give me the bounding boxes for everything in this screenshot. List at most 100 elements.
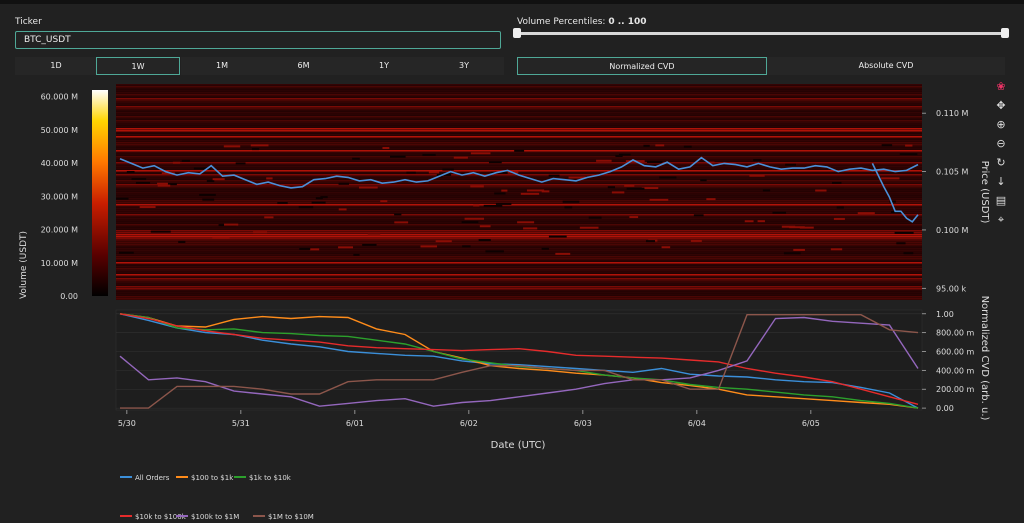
- reset-icon[interactable]: ↻: [994, 156, 1008, 170]
- heatmap-cell: [643, 144, 650, 147]
- heatmap-cell: [479, 225, 491, 228]
- heatmap-cell: [126, 170, 135, 173]
- heatmap-cell: [394, 221, 409, 224]
- heatmap-cell: [299, 247, 311, 250]
- chart-canvas: 60.000 M 50.000 M 40.000 M 30.000 M 20.000 M…: [19, 84, 990, 521]
- heatmap-row: [116, 124, 922, 126]
- heatmap-cell: [626, 187, 645, 190]
- price-axis-ticks: 0.110 M 0.105 M 0.100 M 95.00 k: [922, 109, 968, 293]
- heatmap-row: [116, 86, 922, 88]
- heatmap-cell: [362, 243, 377, 246]
- heatmap-row: [116, 90, 922, 92]
- heatmap-row: [116, 274, 922, 276]
- legend-label: $100k to $1M: [191, 513, 239, 521]
- heatmap-row: [116, 294, 922, 296]
- heatmap-cell: [896, 242, 906, 245]
- heatmap-row: [116, 262, 922, 264]
- heatmap-cell: [206, 180, 215, 183]
- colorbar-tick-label: 10.000 M: [41, 259, 79, 268]
- heatmap-cell: [649, 198, 669, 201]
- heatmap-row: [116, 130, 922, 132]
- heatmap-row: [116, 258, 922, 260]
- download-icon[interactable]: ↓: [994, 175, 1008, 189]
- x-tick-label: 6/01: [346, 419, 364, 428]
- heatmap-row: [116, 184, 922, 186]
- crosshair-icon[interactable]: ⌖: [994, 213, 1008, 227]
- heatmap-cell: [139, 206, 156, 209]
- x-tick-label: 6/05: [802, 419, 820, 428]
- heatmap-row: [116, 118, 922, 120]
- heatmap-cell: [311, 201, 326, 204]
- heatmap-row: [116, 268, 922, 270]
- heatmap-cell: [478, 239, 491, 242]
- legend-item[interactable]: $1M to $10M: [253, 513, 314, 521]
- heatmap-cell: [212, 178, 225, 181]
- legend-label: $100 to $1k: [191, 474, 234, 482]
- heatmap-cell: [181, 159, 190, 162]
- legend-item[interactable]: All Orders: [120, 474, 170, 482]
- heatmap-cell: [615, 154, 623, 157]
- heatmap-cell: [753, 159, 762, 162]
- heatmap-cell: [390, 155, 406, 158]
- heatmap-row: [116, 270, 922, 272]
- colorbar-title: Volume (USDT): [19, 231, 29, 299]
- zoom-out-icon[interactable]: ⊖: [994, 137, 1008, 151]
- heatmap-row: [116, 134, 922, 136]
- heatmap-cell: [836, 206, 844, 209]
- heatmap-row: [116, 292, 922, 294]
- heatmap-cell: [235, 162, 246, 165]
- heatmap-row: [116, 266, 922, 268]
- heatmap-row: [116, 116, 922, 118]
- heatmap-row: [116, 286, 922, 288]
- heatmap-row: [116, 190, 922, 192]
- heatmap-cell: [830, 248, 843, 251]
- heatmap-cell: [250, 144, 269, 147]
- heatmap-row: [116, 156, 922, 158]
- legend-item[interactable]: $1k to $10k: [234, 474, 292, 482]
- heatmap-row: [116, 280, 922, 282]
- heatmap-row: [116, 196, 922, 198]
- heatmap-cell: [659, 176, 677, 179]
- heatmap-row: [116, 102, 922, 104]
- heatmap-cell: [420, 245, 438, 248]
- heatmap-row: [116, 114, 922, 116]
- heatmap-cell: [470, 152, 491, 155]
- heatmap-row: [116, 154, 922, 156]
- heatmap-row: [116, 230, 922, 232]
- heatmap-cell: [881, 144, 893, 147]
- heatmap-row: [116, 200, 922, 202]
- plotly-logo-icon[interactable]: ❀: [994, 80, 1008, 94]
- heatmap-cell: [693, 214, 704, 217]
- heatmap-cell: [548, 174, 560, 177]
- heatmap-cell: [833, 217, 845, 220]
- heatmap-row: [116, 148, 922, 150]
- heatmap-cell: [116, 197, 129, 200]
- heatmap-row: [116, 170, 922, 172]
- pan-icon[interactable]: ✥: [994, 99, 1008, 113]
- heatmap-cell: [645, 240, 656, 243]
- colorbar-tick-label: 30.000 M: [41, 192, 79, 201]
- cvd-tick-label: 600.00 m: [936, 348, 975, 357]
- legend-item[interactable]: $100 to $1k: [176, 474, 234, 482]
- heatmap-cell: [905, 144, 913, 147]
- x-tick-label: 5/30: [118, 419, 136, 428]
- heatmap-cell: [315, 197, 323, 200]
- colorbar-tick-label: 40.000 M: [41, 159, 79, 168]
- legend[interactable]: All Orders $100 to $1k $1k to $10k$10k to …: [120, 474, 314, 521]
- legend-label: All Orders: [135, 474, 170, 482]
- heatmap-row: [116, 112, 922, 114]
- heatmap-cell: [520, 192, 540, 195]
- heatmap-cell: [352, 157, 360, 160]
- heatmap-cell: [298, 206, 314, 209]
- colorbar-tick-label: 20.000 M: [41, 226, 79, 235]
- heatmap-cell: [690, 239, 702, 242]
- heatmap-cell: [789, 226, 805, 229]
- heatmap-cell: [517, 221, 535, 224]
- heatmap-row: [116, 212, 922, 214]
- zoom-in-icon[interactable]: ⊕: [994, 118, 1008, 132]
- comment-icon[interactable]: ▤: [994, 194, 1008, 208]
- heatmap-cell: [772, 211, 787, 214]
- heatmap-row: [116, 192, 922, 194]
- colorbar: [92, 90, 108, 296]
- heatmap-row: [116, 172, 922, 174]
